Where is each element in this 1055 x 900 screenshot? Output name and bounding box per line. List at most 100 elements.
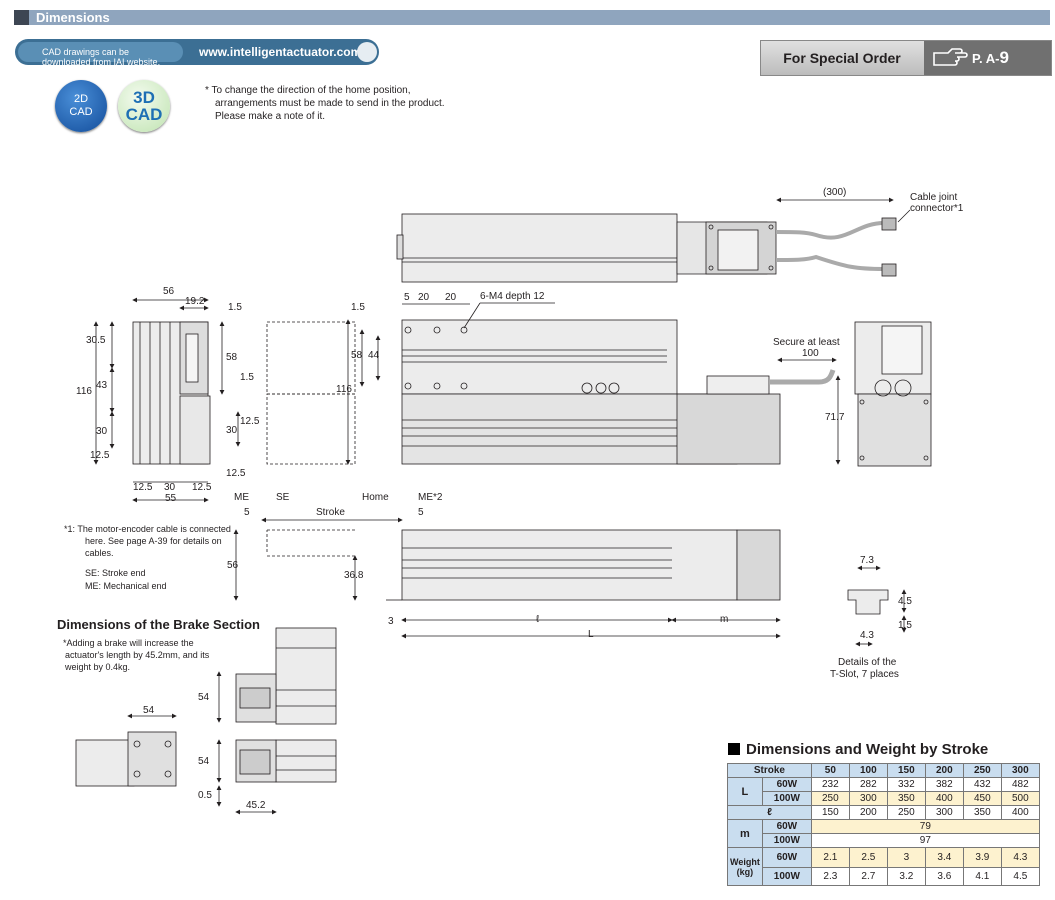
table-cell: 2.7 — [848, 867, 888, 886]
table-cell: 450 — [962, 791, 1002, 806]
row-label: 60W — [761, 847, 812, 868]
footnote-1b: here. See page A-39 for details on — [85, 536, 222, 546]
row-label: 100W — [761, 791, 812, 806]
label-me2: ME*2 — [418, 492, 443, 503]
table-cell: 482 — [1000, 777, 1040, 792]
stroke-cell: 250 — [962, 763, 1002, 778]
table-cell: 250 — [810, 791, 850, 806]
dim-12-5-a: 12.5 — [90, 450, 110, 461]
table-title: Dimensions and Weight by Stroke — [728, 741, 988, 758]
label-se: SE — [276, 492, 290, 503]
tslot-caption-1: Details of the — [838, 657, 897, 668]
table-cell: 4.1 — [962, 867, 1002, 886]
tslot-7-3: 7.3 — [860, 555, 874, 566]
dim-m4-depth: 6-M4 depth 12 — [480, 291, 545, 302]
table-cell: 300 — [924, 805, 964, 820]
dim-bottom-56: 56 — [227, 560, 239, 571]
dim-19-2: 19.2 — [185, 296, 205, 307]
brake-dim-54-mid: 54 — [198, 692, 210, 703]
brake-dim-54-top: 54 — [143, 705, 155, 716]
t-slot-detail — [847, 565, 907, 647]
tslot-1-5: 1.5 — [898, 620, 912, 631]
cable-label-2: connector*1 — [910, 203, 964, 214]
brake-note-2: actuator's length by 45.2mm, and its — [65, 650, 210, 660]
table-cell: 3.2 — [886, 867, 926, 886]
dim-300: (300) — [823, 187, 847, 198]
dim-bottom-55: 55 — [165, 493, 177, 504]
stroke-cell: 100 — [848, 763, 888, 778]
dimensions-weight-table: Stroke 50 100 150 200 250 300 L 60W 232 … — [727, 763, 1040, 886]
row-label: 60W — [761, 819, 812, 834]
dim-L: L — [588, 629, 594, 640]
tslot-4-3: 4.3 — [860, 630, 874, 641]
dim-top-20-b: 20 — [445, 292, 457, 303]
table-cell: 382 — [924, 777, 964, 792]
dim-bottom-12-5-b: 12.5 — [192, 482, 212, 493]
stroke-cell: 200 — [924, 763, 964, 778]
table-row: ℓ 150 200 250 300 350 400 — [727, 805, 1040, 820]
table-row: L 60W 232 282 332 382 432 482 — [727, 777, 1040, 806]
table-cell: 300 — [848, 791, 888, 806]
dim-30-5: 30.5 — [86, 335, 106, 346]
row-label: 60W — [761, 777, 812, 792]
stroke-cell: 300 — [1000, 763, 1040, 778]
dim-left-5: 5 — [244, 507, 250, 518]
dim-bottom-12-5-a: 12.5 — [133, 482, 153, 493]
side-view — [266, 302, 841, 465]
table-cell: 500 — [1000, 791, 1040, 806]
m-group-label: m — [727, 819, 763, 848]
table-cell: 4.3 — [1000, 847, 1040, 868]
dim-30-a: 30 — [96, 426, 108, 437]
table-cell: 400 — [1000, 805, 1040, 820]
table-cell: 350 — [962, 805, 1002, 820]
table-cell: 97 — [810, 833, 1040, 848]
dim-small-l: ℓ — [536, 614, 540, 625]
table-cell: 2.1 — [810, 847, 850, 868]
table-row: 100W 97 — [728, 833, 1040, 848]
dim-1-5-b: 1.5 — [240, 372, 254, 383]
footnote-se: SE: Stroke end — [85, 568, 146, 578]
top-view — [396, 197, 911, 283]
label-stroke: Stroke — [316, 507, 345, 518]
table-cell: 332 — [886, 777, 926, 792]
dim-43: 43 — [96, 380, 108, 391]
label-home: Home — [362, 492, 389, 503]
brake-note-1: *Adding a brake will increase the — [63, 638, 194, 648]
L-group-label: L — [727, 777, 763, 806]
end-view-left — [93, 297, 241, 503]
tslot-caption-2: T-Slot, 7 places — [830, 669, 899, 680]
table-cell: 150 — [810, 805, 850, 820]
table-cell: 79 — [810, 819, 1040, 834]
bottom-view — [233, 517, 781, 639]
dim-36-8: 36.8 — [344, 570, 364, 581]
table-title-marker — [728, 743, 740, 755]
dim-right-5: 5 — [418, 507, 424, 518]
dim-side-1-5: 1.5 — [351, 302, 365, 313]
table-cell: 232 — [810, 777, 850, 792]
table-cell: 200 — [848, 805, 888, 820]
table-row: m 60W 79 — [727, 819, 1040, 848]
table-cell: 432 — [962, 777, 1002, 792]
table-title-text: Dimensions and Weight by Stroke — [746, 741, 989, 758]
brake-dim-0-5: 0.5 — [198, 790, 212, 801]
table-cell: 250 — [886, 805, 926, 820]
footnote-1c: cables. — [85, 548, 114, 558]
dim-12-5-c: 12.5 — [226, 468, 246, 479]
table-row: 100W 2.3 2.7 3.2 3.6 4.1 4.5 — [728, 867, 1040, 886]
brake-section-title: Dimensions of the Brake Section — [57, 617, 260, 632]
brake-dim-54-low: 54 — [198, 756, 210, 767]
dim-116-left: 116 — [76, 386, 92, 397]
l-row-label: ℓ — [727, 805, 812, 820]
dim-side-44: 44 — [368, 350, 380, 361]
dim-side-116: 116 — [336, 384, 352, 395]
table-cell: 3.9 — [962, 847, 1002, 868]
table-cell: 3.6 — [924, 867, 964, 886]
stroke-cell: 150 — [886, 763, 926, 778]
table-cell: 350 — [886, 791, 926, 806]
dim-top-20-a: 20 — [418, 292, 430, 303]
table-cell: 400 — [924, 791, 964, 806]
tslot-4-5: 4.5 — [898, 596, 912, 607]
brake-dim-45-2: 45.2 — [246, 800, 266, 811]
dim-m: m — [720, 614, 729, 625]
dim-100: 100 — [802, 348, 819, 359]
